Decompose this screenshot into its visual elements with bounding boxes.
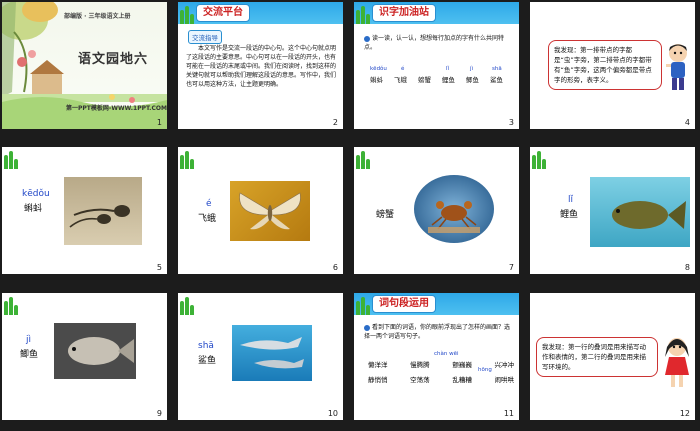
word-text: 懒洋洋	[368, 361, 388, 369]
slide-thumbnail-7[interactable]: 螃蟹 7	[354, 147, 519, 274]
boy-cartoon-icon	[666, 44, 687, 90]
word-label: 飞蛾	[198, 214, 217, 224]
word-text: 鲤鱼	[442, 76, 455, 84]
grass-decoration	[2, 147, 62, 169]
word-row: kēdǒu 蝌蚪 é 飞蛾 螃蟹 lǐ 鲤鱼 jì 鲫鱼 shā 鲨鱼	[366, 66, 516, 96]
slide-thumbnail-9[interactable]: jì 鲫鱼 9	[2, 293, 167, 420]
word-pinyin: kēdǒu	[22, 189, 50, 199]
word-pinyin: lǐ	[446, 66, 450, 72]
word-text: 兴冲冲	[494, 361, 514, 369]
word-text: 空荡荡	[410, 376, 430, 384]
slide-number: 6	[332, 263, 338, 272]
girl-cartoon-icon	[665, 338, 689, 387]
word-pinyin: shā	[492, 66, 502, 72]
bullet-icon	[364, 35, 370, 42]
slide-number: 5	[156, 263, 162, 272]
slide-number: 11	[503, 409, 514, 418]
grass-decoration	[530, 147, 590, 169]
guide-paragraph: 本文写作是交流一段话的中心句。这个中心句就点明了这段话的主要意思。中心句可以在一…	[186, 45, 337, 88]
grass-decoration	[178, 293, 238, 315]
instruction-text: 看到下面的词语，你的眼前浮现出了怎样的画面？选择一两个词语写句子。	[364, 324, 511, 340]
slide-thumbnail-12[interactable]: 我发现：第一行的叠词是用来描写动作和表情的，第二行的叠词是用来描写环境的。 12	[530, 293, 695, 420]
slide-thumbnail-6[interactable]: é 飞蛾 6	[178, 147, 343, 274]
crab-photo	[414, 175, 494, 243]
word-text: 静悄悄	[368, 376, 388, 384]
slide-thumbnail-5[interactable]: kēdǒu 蝌蚪 5	[2, 147, 167, 274]
slide-heading: 词句段运用	[372, 295, 436, 313]
word-label: 蝌蚪	[24, 204, 43, 214]
word-pinyin: kēdǒu	[370, 66, 387, 72]
slide-number: 3	[508, 118, 514, 127]
moth-photo	[230, 181, 310, 241]
word-text: 颤巍巍	[452, 361, 472, 369]
slide-thumbnail-4[interactable]: 我发现：第一排带点的字都是“虫”字旁，第二排带点的字都带有“鱼”字旁，这两个偏旁…	[530, 2, 695, 129]
slide-number: 1	[156, 118, 162, 127]
slide-sorter-grid: 部编版 · 三年级语文上册 语文园地六 第一PPT模板网-WWW.1PPT.CO…	[0, 0, 700, 431]
slide-number: 8	[684, 263, 690, 272]
word-pinyin: lǐ	[568, 195, 574, 205]
word-row-1: 懒洋洋 慢腾腾 颤巍巍 兴冲冲	[368, 359, 514, 369]
word-text: 鲨鱼	[490, 76, 503, 84]
slide-number: 10	[327, 409, 338, 418]
slide-number: 2	[332, 118, 338, 127]
slide-thumbnail-8[interactable]: lǐ 鲤鱼 8	[530, 147, 695, 274]
word-label: 鲤鱼	[560, 210, 579, 220]
slide-heading: 识字加油站	[372, 4, 436, 22]
word-pinyin: shā	[198, 341, 214, 351]
tadpole-illustration	[69, 205, 130, 228]
bullet-icon	[364, 324, 370, 331]
slide-thumbnail-11[interactable]: 词句段运用 看到下面的词语，你的眼前浮现出了怎样的画面？选择一两个词语写句子。 …	[354, 293, 519, 420]
word-label: 鲫鱼	[20, 350, 39, 360]
word-pinyin: é	[401, 66, 405, 72]
word-pinyin: é	[206, 199, 212, 209]
word-text: 闹哄哄	[494, 376, 514, 384]
crab-illustration	[428, 201, 480, 233]
word-text: 慢腾腾	[410, 361, 430, 369]
word-text: 乱糟糟	[452, 376, 472, 384]
word-label: 螃蟹	[376, 210, 395, 220]
grass-decoration	[2, 293, 62, 315]
word-pinyin: jì	[470, 66, 474, 72]
word-label: 鲨鱼	[198, 356, 217, 366]
slide-heading: 交流平台	[196, 4, 250, 22]
slide-number: 12	[679, 409, 690, 418]
word-pinyin: jì	[26, 335, 32, 345]
slide-thumbnail-2[interactable]: 交流平台 交流指导 本文写作是交流一段话的中心句。这个中心句就点明了这段话的主要…	[178, 2, 343, 129]
crucian-carp-illustration	[68, 337, 134, 365]
speech-bubble: 我发现：第一行的叠词是用来描写动作和表情的，第二行的叠词是用来描写环境的。	[536, 337, 658, 377]
slide-thumbnail-10[interactable]: shā 鲨鱼 10	[178, 293, 343, 420]
shark-illustration	[240, 337, 304, 369]
word-text: 鲫鱼	[466, 76, 479, 84]
speech-bubble: 我发现：第一排带点的字都是“虫”字旁，第二排带点的字都带有“鱼”字旁，这两个偏旁…	[548, 40, 662, 90]
word-pinyin: hōng	[478, 367, 492, 373]
crucian-carp-photo	[54, 323, 136, 379]
instruction-text: 读一读，认一认，想想每行加点的字有什么共同特点。	[364, 35, 505, 51]
carp-photo	[590, 177, 690, 247]
shark-photo	[232, 325, 312, 381]
word-text: 飞蛾	[394, 76, 407, 84]
carp-illustration	[612, 201, 686, 229]
slide-thumbnail-3[interactable]: 识字加油站 读一读，认一认，想想每行加点的字有什么共同特点。 kēdǒu 蝌蚪 …	[354, 2, 519, 129]
word-text: 螃蟹	[418, 76, 431, 84]
grass-decoration	[354, 147, 414, 169]
slide-thumbnail-1[interactable]: 部编版 · 三年级语文上册 语文园地六 第一PPT模板网-WWW.1PPT.CO…	[2, 2, 167, 129]
slide-number: 7	[508, 263, 514, 272]
word-text: 蝌蚪	[370, 76, 383, 84]
word-pinyin: chàn wēi	[434, 351, 459, 357]
slide-number: 4	[684, 118, 690, 127]
word-row-2: 静悄悄 空荡荡 乱糟糟 闹哄哄	[368, 374, 514, 384]
moth-illustration	[239, 192, 301, 230]
tadpole-photo	[64, 177, 142, 245]
cover-title: 语文园地六	[78, 52, 149, 67]
grass-decoration	[178, 147, 238, 169]
subheading-badge: 交流指导	[188, 30, 222, 44]
slide-number: 9	[156, 409, 162, 418]
cover-footer: 第一PPT模板网-WWW.1PPT.COM	[66, 105, 167, 112]
